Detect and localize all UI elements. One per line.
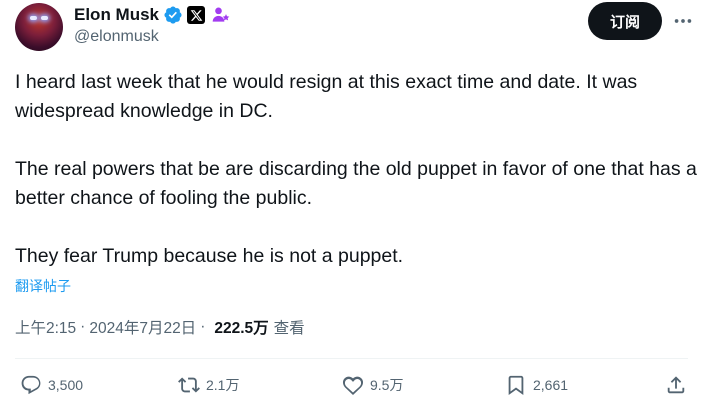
post-paragraph-1: I heard last week that he would resign a…	[15, 71, 638, 122]
post-date[interactable]: 2024年7月22日	[89, 316, 196, 338]
post-time[interactable]: 上午2:15	[15, 316, 76, 338]
bookmark-button[interactable]: 2,661	[505, 374, 568, 396]
share-button[interactable]	[665, 374, 687, 396]
more-horizontal-icon[interactable]	[668, 8, 698, 34]
verified-badge-icon[interactable]	[163, 5, 183, 25]
reply-icon	[21, 375, 41, 395]
action-bar: 3,500 2.1万 9.5万 2,661	[0, 370, 703, 402]
translate-post-link[interactable]: 翻译帖子	[15, 276, 71, 296]
reply-button[interactable]: 3,500	[20, 374, 83, 396]
post-paragraph-3: They fear Trump because he is not a pupp…	[15, 245, 404, 267]
post-text: I heard last week that he would resign a…	[15, 68, 700, 271]
divider	[15, 358, 688, 359]
bookmark-count: 2,661	[533, 377, 569, 393]
views-count[interactable]: 222.5万	[214, 316, 268, 338]
repost-count: 2.1万	[206, 377, 240, 393]
avatar[interactable]	[15, 3, 63, 51]
views-label: 查看	[273, 320, 305, 337]
x-logo-icon[interactable]	[187, 6, 206, 24]
bookmark-icon	[508, 375, 524, 396]
post-header: Elon Musk @elonmusk 订阅	[0, 0, 703, 60]
reply-count: 3,500	[48, 377, 84, 393]
author-name-row: Elon Musk	[74, 4, 231, 26]
people-icon[interactable]	[211, 5, 231, 25]
repost-icon	[178, 377, 200, 393]
avatar-eye-left	[30, 16, 37, 20]
author-handle[interactable]: @elonmusk	[74, 28, 159, 46]
subscribe-button[interactable]: 订阅	[588, 2, 662, 40]
meta-separator: ·	[80, 318, 86, 335]
post-paragraph-2: The real powers that be are discarding t…	[15, 158, 697, 209]
repost-button[interactable]: 2.1万	[178, 374, 239, 396]
like-count: 9.5万	[370, 377, 404, 393]
heart-icon	[342, 376, 364, 395]
share-icon	[667, 376, 685, 394]
like-button[interactable]: 9.5万	[342, 374, 403, 396]
meta-separator: ·	[200, 318, 206, 335]
author-display-name[interactable]: Elon Musk	[74, 5, 159, 25]
avatar-eye-right	[41, 16, 48, 20]
post-meta: 上午2:15 · 2024年7月22日 · 222.5万 查看	[15, 316, 305, 338]
